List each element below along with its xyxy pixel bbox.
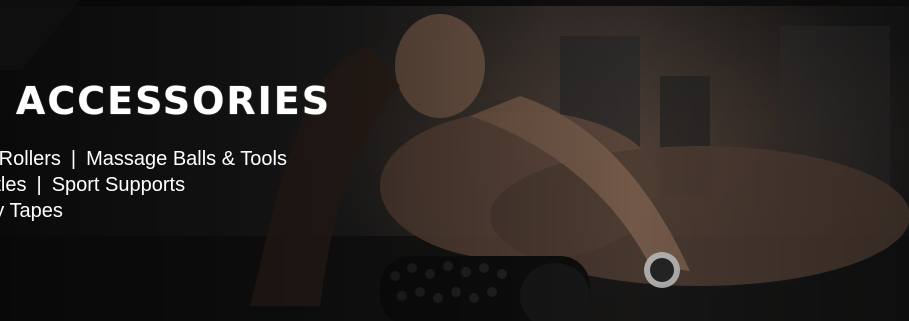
category-line-3: siology Tapes: [0, 198, 331, 224]
category-water-bottles[interactable]: er Bottles: [0, 174, 26, 196]
banner-headline: RY ACCESSORIES: [0, 79, 332, 123]
category-list: Foam Rollers | Massage Balls & Tools er Bo…: [0, 146, 331, 224]
category-kinesiology-tapes[interactable]: siology Tapes: [0, 200, 63, 222]
separator: |: [70, 148, 77, 170]
category-foam-rollers[interactable]: Foam Rollers: [0, 148, 61, 170]
category-sport-supports[interactable]: Sport Supports: [52, 174, 185, 196]
separator: |: [36, 174, 42, 196]
banner-text: RY ACCESSORIES Foam Rollers | Massage Ball…: [0, 78, 331, 224]
category-line-2: er Bottles | Sport Supports: [0, 172, 331, 198]
category-massage-balls-tools[interactable]: Massage Balls & Tools: [86, 148, 287, 170]
category-line-1: Foam Rollers | Massage Balls & Tools: [0, 146, 331, 172]
hero-banner: RY ACCESSORIES Foam Rollers | Massage Ball…: [0, 0, 909, 321]
